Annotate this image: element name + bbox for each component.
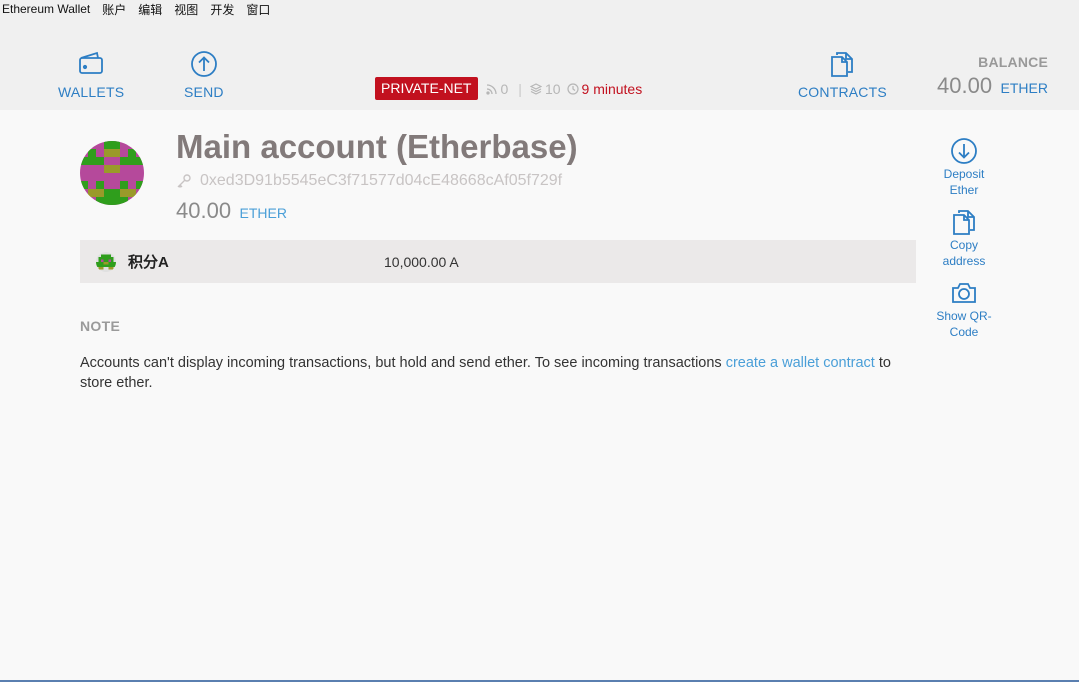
show-qr-code-label: Show QR-Code <box>936 309 992 339</box>
nav-contracts-button[interactable]: CONTRACTS <box>798 50 887 100</box>
peers-stat: 0 <box>485 80 509 97</box>
arrow-down-circle-icon <box>951 138 977 164</box>
last-block-stat: 9 minutes <box>566 80 643 97</box>
app-title: Ethereum Wallet <box>2 2 91 16</box>
note-text-before: Accounts can't display incoming transact… <box>80 355 726 371</box>
nav-contracts-label: CONTRACTS <box>798 84 887 100</box>
nav-send-label: SEND <box>184 84 224 100</box>
nav-send-button[interactable]: SEND <box>184 50 224 100</box>
key-icon <box>177 174 191 188</box>
balance-amount: 40.00 <box>937 73 993 98</box>
camera-icon <box>952 283 976 303</box>
nav-wallets-label: WALLETS <box>58 84 125 100</box>
layers-icon <box>529 82 542 95</box>
menu-bar: Ethereum Wallet 账户 编辑 视图 开发 窗口 <box>0 0 1079 18</box>
note-text: Accounts can't display incoming transact… <box>80 353 920 393</box>
account-actions: Deposit Ether Copy address Show QR-Code <box>930 137 998 350</box>
balance-label: BALANCE <box>978 54 1048 70</box>
account-address-row: 0xed3D91b5545eC3f71577d04cE48668cAf05f72… <box>176 172 562 190</box>
token-balance: 10,000.00 A <box>384 253 459 270</box>
note-title: NOTE <box>80 318 121 334</box>
wallet-icon <box>79 51 104 74</box>
network-status: PRIVATE-NET 0 | 10 9 minutes <box>375 77 648 100</box>
header: WALLETS SEND PRIVATE-NET 0 | 10 9 minute… <box>0 18 1079 110</box>
balance-value-row: 40.00 ETHER <box>937 73 1048 99</box>
signal-icon <box>485 83 497 95</box>
menu-item-edit[interactable]: 编辑 <box>138 1 162 18</box>
token-identicon <box>96 251 116 272</box>
clock-icon <box>566 82 579 95</box>
last-block-time: 9 minutes <box>581 80 643 97</box>
block-number: 10 <box>544 80 561 97</box>
account-balance-unit[interactable]: ETHER <box>240 205 287 221</box>
menu-item-view[interactable]: 视图 <box>174 1 198 18</box>
deposit-ether-label: Deposit Ether <box>943 167 985 197</box>
menu-item-account[interactable]: 账户 <box>102 1 126 18</box>
block-stat: 10 <box>529 80 561 97</box>
nav-wallets-button[interactable]: WALLETS <box>58 50 124 100</box>
account-address[interactable]: 0xed3D91b5545eC3f71577d04cE48668cAf05f72… <box>200 172 562 190</box>
menu-item-window[interactable]: 窗口 <box>246 1 270 18</box>
copy-address-button[interactable]: Copy address <box>930 208 998 269</box>
account-title: Main account (Etherbase) <box>176 128 578 165</box>
account-balance-amount: 40.00 <box>176 198 232 223</box>
token-row[interactable]: 积分A 10,000.00 A <box>80 240 916 283</box>
copy-address-label: Copy address <box>942 238 986 268</box>
network-badge: PRIVATE-NET <box>375 77 478 100</box>
show-qr-code-button[interactable]: Show QR-Code <box>930 279 998 340</box>
create-wallet-contract-link[interactable]: create a wallet contract <box>726 355 875 371</box>
menu-item-develop[interactable]: 开发 <box>210 1 234 18</box>
arrow-up-circle-icon <box>190 51 217 77</box>
total-balance: BALANCE 40.00 ETHER <box>937 54 1048 99</box>
copy-documents-icon <box>953 210 975 235</box>
documents-icon <box>831 52 854 77</box>
deposit-ether-button[interactable]: Deposit Ether <box>930 137 998 198</box>
balance-unit[interactable]: ETHER <box>1001 80 1048 96</box>
token-name: 积分A <box>128 254 169 271</box>
account-balance: 40.00 ETHER <box>176 198 287 224</box>
peers-count: 0 <box>500 80 509 97</box>
status-divider: | <box>518 80 522 97</box>
account-identicon <box>80 141 144 205</box>
